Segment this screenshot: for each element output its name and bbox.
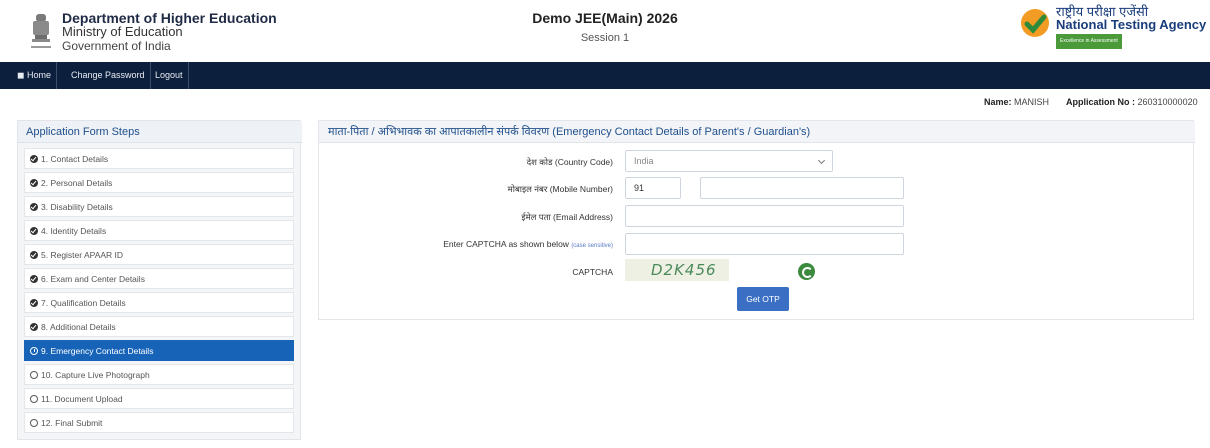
nav-home-link[interactable]: ◼ Home <box>12 62 57 89</box>
step-final-submit[interactable]: 12. Final Submit <box>24 412 294 433</box>
step-qualification-details[interactable]: 7. Qualification Details <box>24 292 294 313</box>
top-navbar: ◼ Home Change Password Logout <box>0 62 1210 89</box>
step-contact-details[interactable]: 1. Contact Details <box>24 148 294 169</box>
step-label: 10. Capture Live Photograph <box>41 370 150 380</box>
step-personal-details[interactable]: 2. Personal Details <box>24 172 294 193</box>
step-identity-details[interactable]: 4. Identity Details <box>24 220 294 241</box>
step-label: 8. Additional Details <box>41 322 116 332</box>
case-sensitive-note: (case sensitive) <box>571 243 613 249</box>
step-label: 7. Qualification Details <box>41 298 126 308</box>
form-steps-sidebar: Application Form Steps 1. Contact Detail… <box>17 120 302 440</box>
step-label: 3. Disability Details <box>41 202 113 212</box>
mobile-number-input[interactable] <box>700 177 904 199</box>
user-name-info: Name: MANISH <box>984 97 1049 107</box>
step-exam-center-details[interactable]: 6. Exam and Center Details <box>24 268 294 289</box>
check-circle-icon <box>30 299 38 307</box>
clock-icon <box>30 371 38 379</box>
nta-tagline: Excellence in Assessment <box>1056 34 1122 49</box>
step-label: 4. Identity Details <box>41 226 107 236</box>
application-label: Application No : <box>1066 97 1135 107</box>
step-label: 1. Contact Details <box>41 154 109 164</box>
check-circle-icon <box>30 179 38 187</box>
check-circle-icon <box>30 227 38 235</box>
step-label: 11. Document Upload <box>41 394 123 404</box>
application-number-info: Application No : 260310000020 <box>1066 97 1198 107</box>
captcha-label: CAPTCHA <box>572 267 613 277</box>
captcha-entry-text: Enter CAPTCHA as shown below <box>443 239 569 249</box>
sidebar-title: Application Form Steps <box>18 121 302 143</box>
clock-icon <box>30 347 38 355</box>
panel-title: माता-पिता / अभिभावक का आपातकालीन संपर्क … <box>319 121 1195 143</box>
refresh-captcha-icon[interactable] <box>798 263 815 280</box>
step-label: 5. Register APAAR ID <box>41 250 124 260</box>
captcha-entry-label: Enter CAPTCHA as shown below (case sensi… <box>443 239 613 249</box>
country-code-label: देश कोड (Country Code) <box>526 157 613 167</box>
check-circle-icon <box>30 155 38 163</box>
step-additional-details[interactable]: 8. Additional Details <box>24 316 294 337</box>
nta-name-block: राष्ट्रीय परीक्षा एजेंसी National Testin… <box>1056 5 1206 49</box>
step-emergency-contact-details[interactable]: 9. Emergency Contact Details <box>24 340 294 361</box>
step-disability-details[interactable]: 3. Disability Details <box>24 196 294 217</box>
step-label: 12. Final Submit <box>41 418 103 428</box>
step-label: 6. Exam and Center Details <box>41 274 145 284</box>
step-label: 9. Emergency Contact Details <box>41 346 154 356</box>
nta-english-name: National Testing Agency <box>1056 17 1207 32</box>
name-value: MANISH <box>1014 97 1050 107</box>
email-address-input[interactable] <box>625 205 904 227</box>
get-otp-button[interactable]: Get OTP <box>737 287 789 311</box>
mobile-code-field[interactable]: 91 <box>625 177 681 199</box>
captcha-input[interactable] <box>625 233 904 255</box>
clock-icon <box>30 395 38 403</box>
nta-logo-icon <box>1021 9 1049 37</box>
captcha-image: D2K456 <box>625 259 729 281</box>
name-label: Name: <box>984 97 1012 107</box>
chevron-down-icon <box>817 156 826 165</box>
application-value: 260310000020 <box>1137 97 1198 107</box>
country-code-value: India <box>634 156 654 166</box>
check-circle-icon <box>30 251 38 259</box>
email-address-label: ईमेल पता (Email Address) <box>521 212 613 222</box>
check-circle-icon <box>30 323 38 331</box>
clock-icon <box>30 419 38 427</box>
country-code-select[interactable]: India <box>625 150 833 172</box>
site-header: Department of Higher Education Ministry … <box>0 0 1210 62</box>
step-register-apaar-id[interactable]: 5. Register APAAR ID <box>24 244 294 265</box>
check-circle-icon <box>30 203 38 211</box>
step-capture-live-photograph[interactable]: 10. Capture Live Photograph <box>24 364 294 385</box>
mobile-number-label: मोबाइल नंबर (Mobile Number) <box>507 184 613 194</box>
emergency-contact-panel: माता-पिता / अभिभावक का आपातकालीन संपर्क … <box>318 120 1195 320</box>
step-document-upload[interactable]: 11. Document Upload <box>24 388 294 409</box>
captcha-text: D2K456 <box>651 261 717 279</box>
nav-change-password-link[interactable]: Change Password <box>66 62 151 89</box>
nav-logout-link[interactable]: Logout <box>150 62 189 89</box>
check-circle-icon <box>30 275 38 283</box>
step-label: 2. Personal Details <box>41 178 113 188</box>
